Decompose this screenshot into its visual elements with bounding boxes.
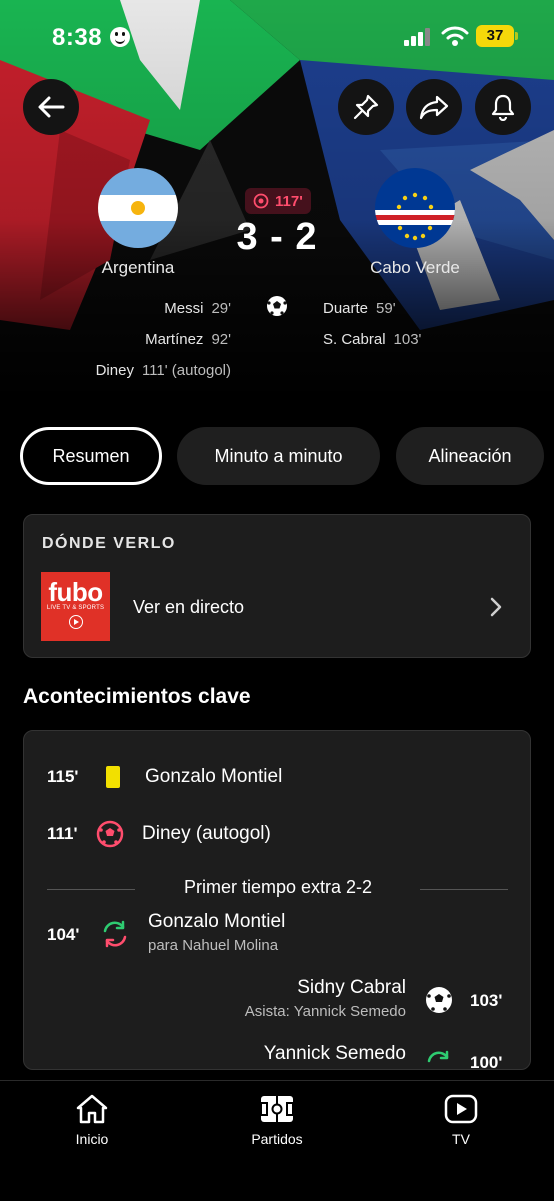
- bell-icon: [491, 94, 515, 121]
- match-minute-badge: 117': [245, 188, 311, 214]
- event-minute: 111': [47, 824, 78, 843]
- bottom-navigation: Inicio Partidos TV: [0, 1080, 554, 1201]
- cellular-signal-icon: [404, 28, 430, 46]
- event-player[interactable]: Gonzalo Montiel: [148, 911, 285, 933]
- scorer-name: Diney: [95, 362, 134, 379]
- arrow-left-icon: [38, 96, 65, 118]
- divider-right: [420, 889, 508, 890]
- event-player[interactable]: Yannick Semedo: [264, 1043, 406, 1065]
- cabo-verde-flag[interactable]: [375, 168, 455, 248]
- where-to-watch-card: DÓNDE VERLO fubo LIVE TV & SPORTS Ver en…: [23, 514, 531, 658]
- fubo-tagline: LIVE TV & SPORTS: [46, 605, 105, 611]
- event-player[interactable]: Diney (autogol): [142, 823, 271, 845]
- back-button[interactable]: [23, 79, 79, 135]
- away-team-name[interactable]: Cabo Verde: [345, 258, 485, 278]
- yellow-card-icon: [106, 766, 120, 788]
- share-icon: [419, 95, 449, 120]
- event-player[interactable]: Sidny Cabral: [297, 977, 406, 999]
- home-scorer: Diney 111' (autogol): [96, 362, 231, 379]
- event-minute: 100': [470, 1053, 503, 1070]
- where-to-watch-title: DÓNDE VERLO: [42, 535, 176, 552]
- home-scorer: Martínez 92': [145, 331, 231, 348]
- argentina-flag[interactable]: [98, 168, 178, 248]
- play-icon: [68, 615, 83, 629]
- scorer-name: Duarte: [323, 300, 369, 317]
- fubo-logo[interactable]: fubo LIVE TV & SPORTS: [41, 572, 110, 641]
- event-detail: para Nahuel Molina: [148, 937, 279, 954]
- scorer-minute: 29': [211, 300, 231, 317]
- nav-home-label: Inicio: [75, 1131, 109, 1147]
- nav-matches-label: Partidos: [251, 1131, 303, 1147]
- match-score: 3 - 2: [236, 216, 318, 258]
- tv-play-icon: [444, 1094, 478, 1124]
- scorer-name: S. Cabral: [323, 331, 386, 348]
- event-minute: 103': [470, 991, 503, 1010]
- soccer-ball-icon: [426, 987, 452, 1013]
- chevron-right-icon[interactable]: [490, 597, 502, 617]
- scorer-minute: 92': [211, 331, 231, 348]
- scorer-minute: 59': [376, 300, 396, 317]
- key-events-card: 115' Gonzalo Montiel 111' Diney (autogol…: [23, 730, 531, 1070]
- focus-mode-icon: [110, 27, 130, 47]
- scorer-name: Martínez: [145, 331, 204, 348]
- live-clock-icon: [253, 193, 269, 209]
- nav-tv[interactable]: TV: [411, 1093, 511, 1147]
- away-scorer: Duarte 59': [323, 300, 396, 317]
- battery-nub: [515, 32, 518, 40]
- substitution-icon: [427, 1050, 449, 1063]
- fubo-logo-text: fubo: [48, 577, 103, 607]
- status-bar: 8:38 37: [0, 0, 554, 70]
- tab-minuto-a-minuto[interactable]: Minuto a minuto: [177, 427, 380, 485]
- wifi-icon: [441, 26, 469, 46]
- event-detail: Asista: Yannick Semedo: [244, 1003, 406, 1020]
- nav-matches[interactable]: Partidos: [227, 1093, 327, 1147]
- tab-resumen[interactable]: Resumen: [20, 427, 162, 485]
- pitch-icon: [260, 1096, 294, 1122]
- nav-tv-label: TV: [452, 1131, 470, 1147]
- scorer-minute: 111' (autogol): [141, 362, 231, 379]
- period-label: Primer tiempo extra 2-2: [183, 877, 373, 897]
- away-scorer: S. Cabral 103': [323, 331, 421, 348]
- home-team-name[interactable]: Argentina: [68, 258, 208, 278]
- scorer-minute: 103': [393, 331, 422, 348]
- event-player[interactable]: Gonzalo Montiel: [145, 766, 282, 788]
- soccer-ball-icon: [267, 296, 287, 316]
- notifications-button[interactable]: [475, 79, 531, 135]
- status-time: 8:38: [52, 24, 103, 51]
- event-minute: 115': [47, 767, 79, 786]
- pin-icon: [353, 94, 379, 120]
- battery-indicator: 37: [476, 25, 514, 47]
- watch-live-link[interactable]: Ver en directo: [133, 597, 244, 618]
- tab-alineacion[interactable]: Alineación: [396, 427, 544, 485]
- substitution-icon: [103, 920, 127, 948]
- nav-home[interactable]: Inicio: [42, 1093, 142, 1147]
- own-goal-ball-icon: [96, 820, 124, 848]
- event-minute: 104': [47, 925, 80, 944]
- pin-button[interactable]: [338, 79, 394, 135]
- home-scorer: Messi 29': [164, 300, 231, 317]
- home-icon: [76, 1094, 108, 1124]
- share-button[interactable]: [406, 79, 462, 135]
- scorer-name: Messi: [164, 300, 204, 317]
- key-events-title: Acontecimientos clave: [23, 685, 251, 708]
- match-minute: 117': [275, 192, 303, 210]
